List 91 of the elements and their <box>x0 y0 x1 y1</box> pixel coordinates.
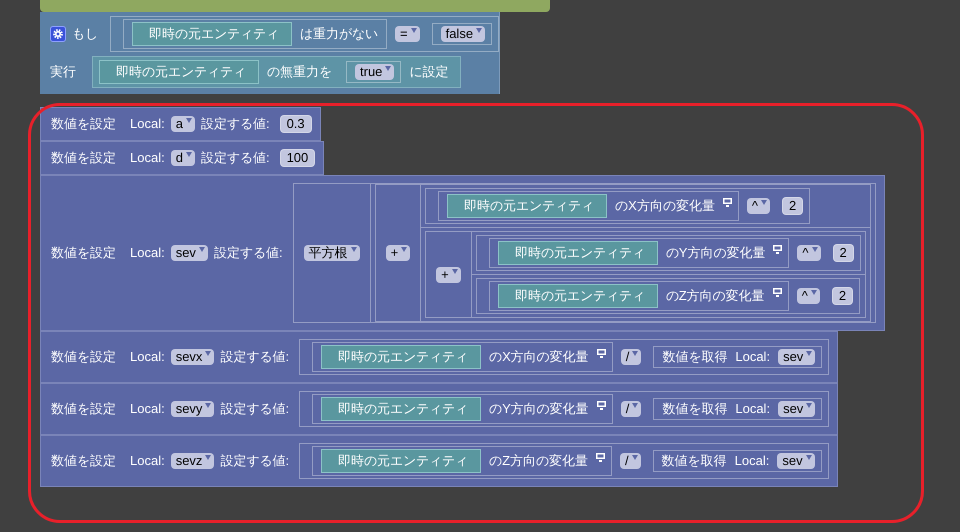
block-label: 設定する値: <box>220 401 290 417</box>
dropdown[interactable]: ^ <box>797 245 821 261</box>
block-label: Local: <box>734 453 770 469</box>
block-label: 数値を設定 <box>51 150 116 166</box>
dropdown[interactable]: ^ <box>796 288 820 304</box>
block-label: 設定する値: <box>220 453 290 469</box>
block-label: のX方向の変化量 <box>489 349 589 365</box>
dropdown[interactable]: / <box>620 349 642 365</box>
block-label: もし <box>72 26 98 42</box>
caret-icon <box>205 351 212 356</box>
block-label: 数値を取得 <box>662 349 728 365</box>
scope-label: Local: <box>130 453 165 469</box>
block-label: Local: <box>735 349 770 365</box>
caret-icon <box>760 200 767 205</box>
number-field[interactable]: 100 <box>280 149 316 167</box>
scope-label: Local: <box>130 150 165 166</box>
entity-block: 即時の元エンティティ <box>321 449 482 473</box>
block-label: 数値を設定 <box>51 349 116 365</box>
entity-block: 即時の元エンティティ <box>498 284 658 308</box>
block-label: Local: <box>735 401 770 417</box>
block-label: 数値を取得 <box>662 453 727 469</box>
dropdown[interactable]: sev <box>170 245 208 261</box>
entity-block: 即時の元エンティティ <box>321 345 482 369</box>
number-field[interactable]: 2 <box>782 197 804 215</box>
dropdown[interactable]: / <box>620 453 641 469</box>
caret-icon <box>806 351 812 356</box>
block-label: の無重力を <box>267 64 332 80</box>
caret-icon <box>385 66 392 71</box>
dropdown[interactable]: ^ <box>746 198 770 214</box>
dropdown[interactable]: = <box>395 26 420 42</box>
caret-icon <box>812 247 818 252</box>
block-label: のY方向の変化量 <box>666 245 766 261</box>
caret-icon <box>452 268 458 274</box>
dropdown[interactable]: sev <box>778 349 816 365</box>
dropdown[interactable]: d <box>170 150 195 166</box>
block-label: のY方向の変化量 <box>489 401 589 417</box>
block-label: 設定する値: <box>200 116 270 132</box>
dropdown[interactable]: sevz <box>170 453 214 469</box>
block-label: に設定 <box>409 64 448 80</box>
dropdown[interactable]: / <box>620 401 642 417</box>
caret-icon <box>632 455 638 460</box>
dropdown[interactable]: + <box>386 245 410 261</box>
dropdown[interactable]: + <box>436 266 461 282</box>
caret-icon <box>186 118 192 123</box>
block-label: のZ方向の変化量 <box>489 453 588 469</box>
entity-block: 即時の元エンティティ <box>498 241 658 265</box>
entity-block: 即時の元エンティティ <box>447 194 608 218</box>
caret-icon <box>198 247 205 252</box>
dropdown[interactable]: false <box>440 26 486 42</box>
scope-label: Local: <box>130 349 165 365</box>
block-label: 実行 <box>50 64 76 80</box>
number-field[interactable]: 2 <box>832 244 854 262</box>
caret-icon <box>632 351 638 356</box>
block-label: 数値を設定 <box>51 245 116 261</box>
gear-icon[interactable] <box>50 26 66 42</box>
scope-label: Local: <box>130 116 165 132</box>
caret-icon <box>476 28 482 33</box>
dropdown[interactable]: a <box>170 116 195 132</box>
block-label: 数値を設定 <box>51 453 116 469</box>
caret-icon <box>186 152 192 157</box>
block-label: 設定する値: <box>200 150 270 166</box>
block-label: 設定する値: <box>220 349 290 365</box>
entity-block: 即時の元エンティティ <box>99 60 259 84</box>
caret-icon <box>632 403 638 408</box>
entity-block: 即時の元エンティティ <box>321 397 482 421</box>
caret-icon <box>401 247 408 252</box>
number-field[interactable]: 0.3 <box>280 115 312 133</box>
caret-icon <box>205 403 212 408</box>
block-label: 数値を設定 <box>51 116 116 132</box>
dropdown[interactable]: 平方根 <box>304 245 360 261</box>
block-label: 数値を取得 <box>662 401 728 417</box>
caret-icon <box>205 455 212 460</box>
block-label: 数値を設定 <box>51 401 116 417</box>
caret-icon <box>410 28 417 33</box>
dropdown[interactable]: true <box>355 64 394 80</box>
caret-icon <box>806 455 812 460</box>
block-label: のX方向の変化量 <box>615 198 715 214</box>
entity-block: 即時の元エンティティ <box>132 22 292 46</box>
dropdown[interactable]: sevy <box>170 401 214 417</box>
block-label: 設定する値: <box>214 245 283 261</box>
dropdown[interactable]: sev <box>778 401 816 417</box>
scope-label: Local: <box>130 401 165 417</box>
dropdown[interactable]: sevx <box>170 349 214 365</box>
caret-icon <box>806 403 812 408</box>
caret-icon <box>350 247 357 252</box>
block-label: のZ方向の変化量 <box>666 288 765 304</box>
number-field[interactable]: 2 <box>832 287 854 305</box>
caret-icon <box>810 290 817 295</box>
block-label: は重力がない <box>300 26 378 42</box>
dropdown[interactable]: sev <box>777 453 815 469</box>
scope-label: Local: <box>130 245 165 261</box>
